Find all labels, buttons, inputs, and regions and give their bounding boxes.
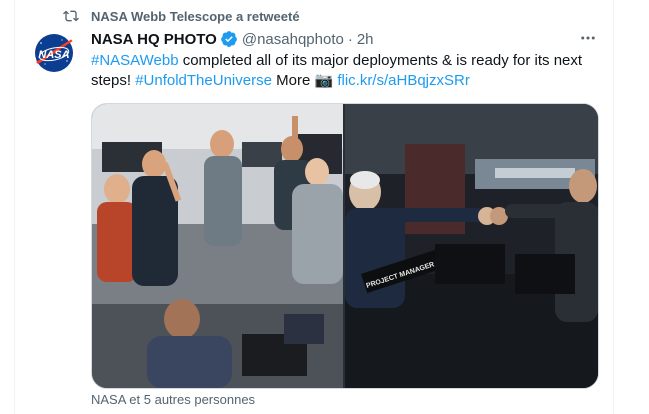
hashtag-unfoldtheuniverse[interactable]: #UnfoldTheUniverse	[135, 72, 272, 89]
retweet-context-text[interactable]: NASA Webb Telescope a retweeté	[91, 9, 300, 24]
flickr-link[interactable]: flic.kr/s/aHBqjzxSRr	[337, 72, 470, 89]
more-icon	[581, 36, 595, 40]
page: NASA Webb Telescope a retweeté NASA NASA…	[0, 0, 649, 414]
verified-badge-icon	[220, 30, 238, 48]
nasa-logo-icon: NASA	[32, 31, 76, 75]
timeline-divider-right	[613, 0, 614, 414]
retweet-context[interactable]: NASA Webb Telescope a retweeté	[63, 8, 300, 24]
retweet-icon	[63, 10, 79, 22]
team-celebrating-photo[interactable]	[92, 104, 343, 388]
fist-bump-control-room-photo[interactable]: PROJECT MANAGER	[345, 104, 598, 388]
tweet-text-body-2: More	[271, 72, 315, 89]
separator-dot: ·	[347, 30, 353, 48]
avatar[interactable]: NASA	[32, 31, 76, 75]
social-context[interactable]: NASA et 5 autres personnes	[91, 392, 255, 407]
author-display-name[interactable]: NASA HQ PHOTO	[91, 31, 217, 48]
tweet-timestamp[interactable]: 2h	[357, 31, 374, 48]
more-options-button[interactable]	[578, 28, 598, 48]
tweet-header: NASA HQ PHOTO @nasahqphoto · 2h	[91, 29, 374, 49]
hashtag-nasawebb[interactable]: #NASAWebb	[91, 52, 179, 69]
author-handle[interactable]: @nasahqphoto	[242, 31, 344, 48]
camera-icon: 📷	[314, 72, 334, 89]
tweet[interactable]: NASA Webb Telescope a retweeté NASA NASA…	[15, 0, 613, 414]
tweet-text: #NASAWebb completed all of its major dep…	[91, 51, 601, 91]
svg-text:NASA: NASA	[38, 49, 69, 61]
media-grid: PROJECT MANAGER	[91, 103, 599, 389]
